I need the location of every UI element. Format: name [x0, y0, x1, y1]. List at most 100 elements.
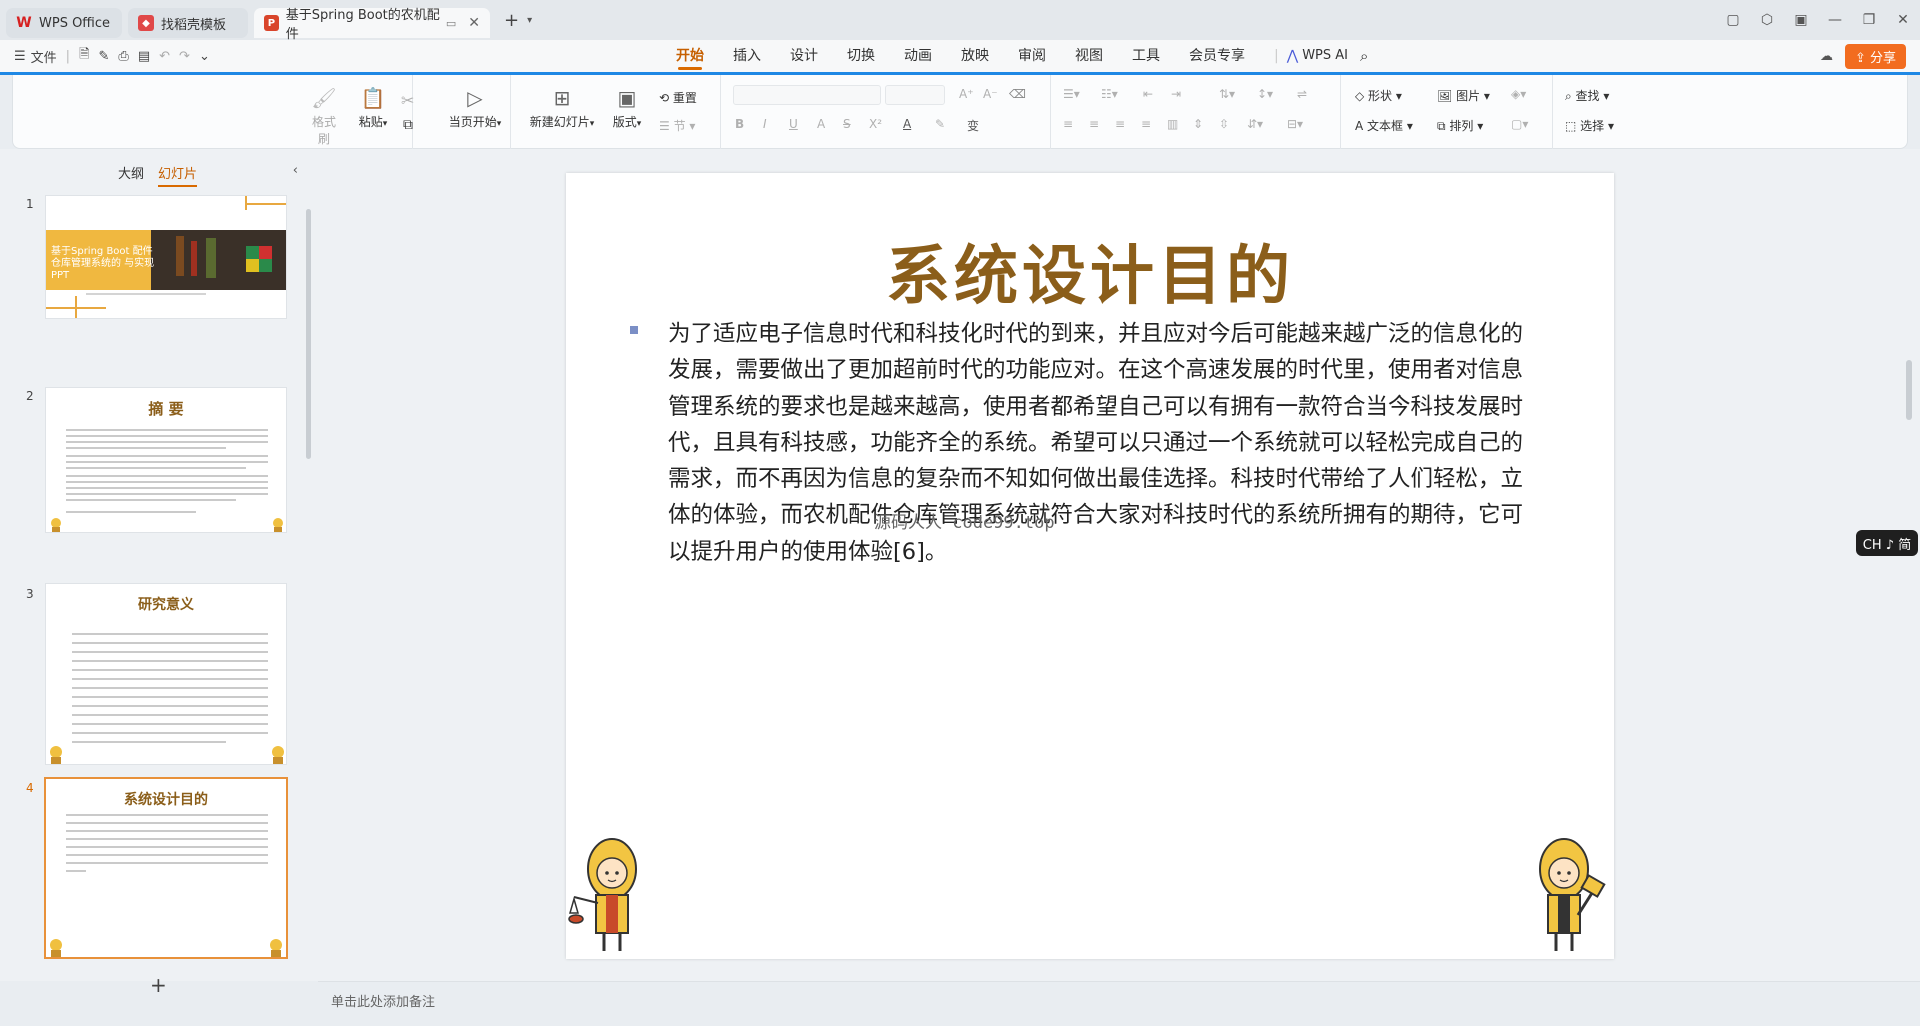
font-size-select[interactable] — [885, 85, 945, 105]
hamburger-icon[interactable]: ☰ — [14, 49, 26, 64]
convert-icon[interactable]: ⇌ — [1297, 87, 1307, 101]
ribbon-tabs: 开始 插入 设计 切换 动画 放映 审阅 视图 工具 会员专享 | ⋀ WPS … — [676, 40, 1397, 72]
share-button[interactable]: ⇪ 分享 — [1844, 44, 1906, 69]
wps-ai-button[interactable]: WPS AI — [1302, 40, 1348, 72]
clear-format-icon[interactable]: ⌫ — [1009, 87, 1026, 101]
italic-icon[interactable]: I — [763, 117, 767, 131]
tab-slides[interactable]: 幻灯片 — [158, 163, 198, 187]
minimize-icon[interactable]: — — [1818, 12, 1852, 28]
tab-outline[interactable]: 大纲 — [118, 163, 144, 187]
slide-thumbnail-2[interactable]: 摘 要 — [45, 387, 287, 533]
play-from-current-button[interactable]: ▷ 当页开始▾ — [443, 87, 507, 130]
font-color-icon[interactable]: A — [903, 117, 911, 131]
new-slide-button[interactable]: ⊞ 新建幻灯片▾ — [525, 87, 599, 130]
ribbon-tab-insert[interactable]: 插入 — [733, 40, 761, 72]
reset-button[interactable]: ⟲ 重置 — [659, 89, 697, 106]
window-tile-icon[interactable]: ▢ — [1716, 12, 1750, 28]
file-menu[interactable]: 文件 — [31, 47, 57, 66]
ribbon-tab-member[interactable]: 会员专享 — [1189, 40, 1245, 72]
save-icon[interactable]: 🗎 — [79, 45, 89, 67]
textbox-button[interactable]: A 文本框 ▾ — [1355, 117, 1413, 134]
more-chevron-icon[interactable]: ⌄ — [199, 49, 210, 64]
slide-thumbnail-4[interactable]: 系统设计目的 — [44, 777, 288, 959]
print-preview-icon[interactable]: ▤ — [138, 49, 150, 64]
print-icon[interactable]: ⎙ — [118, 49, 128, 64]
chevron-down-icon[interactable]: ▾ — [527, 15, 532, 26]
new-tab-icon[interactable]: + — [504, 10, 519, 31]
find-button[interactable]: ⌕ 查找 ▾ — [1565, 87, 1609, 104]
outline-icon[interactable]: ▢▾ — [1511, 117, 1528, 131]
tab-template[interactable]: ◆ 找稻壳模板 — [128, 8, 248, 38]
close-tab-icon[interactable]: ✕ — [468, 15, 480, 31]
sort-icon[interactable]: ↕▾ — [1257, 87, 1273, 101]
paste-icon: 📋 — [360, 86, 386, 110]
ribbon-tab-tools[interactable]: 工具 — [1132, 40, 1160, 72]
copy-icon[interactable]: ⧉ — [403, 117, 413, 133]
ime-badge[interactable]: CH ♪ 简 — [1856, 530, 1918, 556]
add-slide-icon[interactable]: + — [150, 973, 167, 997]
cloud-upload-icon[interactable]: ☁ — [1820, 49, 1833, 64]
underline-icon[interactable]: U — [789, 117, 798, 131]
restore-icon[interactable]: ❐ — [1852, 12, 1886, 28]
current-slide[interactable]: 系统设计目的 为了适应电子信息时代和科技化时代的到来，并且应对今后可能越来越广泛… — [566, 173, 1614, 959]
monitor-icon: ▭ — [445, 16, 457, 30]
shape-button[interactable]: ◇ 形状 ▾ — [1355, 87, 1402, 104]
slide-title[interactable]: 系统设计目的 — [566, 225, 1614, 317]
align-center-icon[interactable]: ≡ — [1089, 117, 1099, 131]
shadow-icon[interactable]: A — [817, 117, 825, 131]
columns-icon[interactable]: ⇵▾ — [1247, 117, 1263, 131]
line-spacing-icon[interactable]: ⇕ — [1193, 117, 1203, 131]
ribbon-tab-home[interactable]: 开始 — [676, 40, 704, 72]
fill-icon[interactable]: ◈▾ — [1511, 87, 1526, 101]
distribute-icon[interactable]: ▥ — [1167, 117, 1178, 131]
numbered-list-icon[interactable]: ☷▾ — [1101, 87, 1118, 101]
slide-thumbnail-3[interactable]: 研究意义 — [45, 583, 287, 765]
slide-body-text[interactable]: 为了适应电子信息时代和科技化时代的到来，并且应对今后可能越来越广泛的信息化的发展… — [668, 316, 1536, 570]
redo-icon[interactable]: ↷ — [179, 49, 190, 64]
close-window-icon[interactable]: ✕ — [1886, 12, 1920, 28]
picture-button[interactable]: 🖼 图片 ▾ — [1437, 87, 1490, 104]
para-spacing-icon[interactable]: ⇳ — [1219, 117, 1229, 131]
tab-document[interactable]: P 基于Spring Boot的农机配件 ▭ ✕ — [254, 8, 490, 42]
highlight-icon[interactable]: ✎ — [935, 117, 945, 131]
paste-button[interactable]: 📋 粘贴▾ — [355, 87, 391, 130]
ribbon-tab-review[interactable]: 审阅 — [1018, 40, 1046, 72]
superscript-icon[interactable]: X² — [869, 117, 882, 131]
font-shrink-icon[interactable]: A⁻ — [983, 87, 998, 101]
notes-placeholder[interactable]: 单击此处添加备注 — [331, 991, 435, 1010]
outdent-icon[interactable]: ⇤ — [1143, 87, 1153, 101]
justify-icon[interactable]: ≡ — [1141, 117, 1151, 131]
font-grow-icon[interactable]: A⁺ — [959, 87, 974, 101]
panel-scrollbar[interactable] — [306, 209, 311, 459]
text-direction-icon[interactable]: ⇅▾ — [1219, 87, 1235, 101]
select-button[interactable]: ⬚ 选择 ▾ — [1565, 117, 1614, 134]
collapse-panel-icon[interactable]: ‹ — [293, 163, 298, 178]
avatar-icon[interactable]: ▣ — [1784, 12, 1818, 28]
section-button[interactable]: ☰ 节 ▾ — [659, 117, 695, 134]
ribbon-tab-transition[interactable]: 切换 — [847, 40, 875, 72]
canvas-scrollbar[interactable] — [1906, 360, 1912, 420]
indent-icon[interactable]: ⇥ — [1171, 87, 1181, 101]
ribbon-tab-slideshow[interactable]: 放映 — [961, 40, 989, 72]
bullet-list-icon[interactable]: ☰▾ — [1063, 87, 1080, 101]
align-left-icon[interactable]: ≡ — [1063, 117, 1073, 131]
format-painter-button[interactable]: 🖌 格式刷 — [309, 87, 339, 147]
ribbon-tab-design[interactable]: 设计 — [790, 40, 818, 72]
slide-thumbnail-1[interactable]: 基于Spring Boot 配件仓库管理系统的 与实现PPT — [45, 195, 287, 319]
ribbon-tab-animation[interactable]: 动画 — [904, 40, 932, 72]
align-right-icon[interactable]: ≡ — [1115, 117, 1125, 131]
text-align-icon[interactable]: ⊟▾ — [1287, 117, 1303, 131]
pen-icon[interactable]: ✎ — [99, 49, 110, 64]
font-family-select[interactable] — [733, 85, 881, 105]
search-icon[interactable]: ⌕ — [1360, 40, 1368, 72]
layout-button[interactable]: ▣ 版式▾ — [609, 87, 645, 130]
cube-icon[interactable]: ⬡ — [1750, 12, 1784, 28]
strikethrough-icon[interactable]: S — [843, 117, 851, 131]
ribbon-tab-view[interactable]: 视图 — [1075, 40, 1103, 72]
tab-wps-office[interactable]: W WPS Office — [6, 8, 122, 38]
layout-icon: ▣ — [617, 86, 637, 110]
bold-icon[interactable]: B — [735, 117, 744, 131]
char-spacing-icon[interactable]: 变 — [967, 117, 979, 134]
undo-icon[interactable]: ↶ — [159, 49, 170, 64]
arrange-button[interactable]: ⧉ 排列 ▾ — [1437, 117, 1483, 134]
